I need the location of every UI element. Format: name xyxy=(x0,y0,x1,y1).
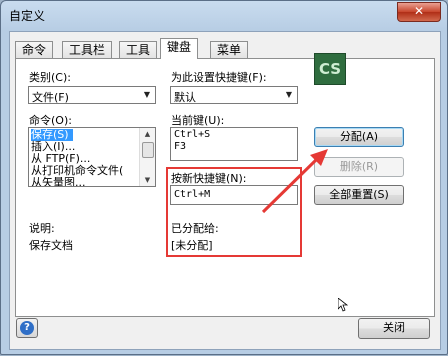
arrow-shaft xyxy=(261,157,319,214)
customize-dialog: 自定义 ✕ 命令 工具栏 工具 键盘 菜单 类别(C): 文件(F) ▼ 命令(… xyxy=(0,0,448,355)
mouse-pointer-icon xyxy=(338,298,348,312)
annotation-arrow-icon xyxy=(261,149,328,214)
tab-label: 键盘 xyxy=(167,40,192,54)
tab-keyboard[interactable]: 键盘 xyxy=(160,38,199,59)
